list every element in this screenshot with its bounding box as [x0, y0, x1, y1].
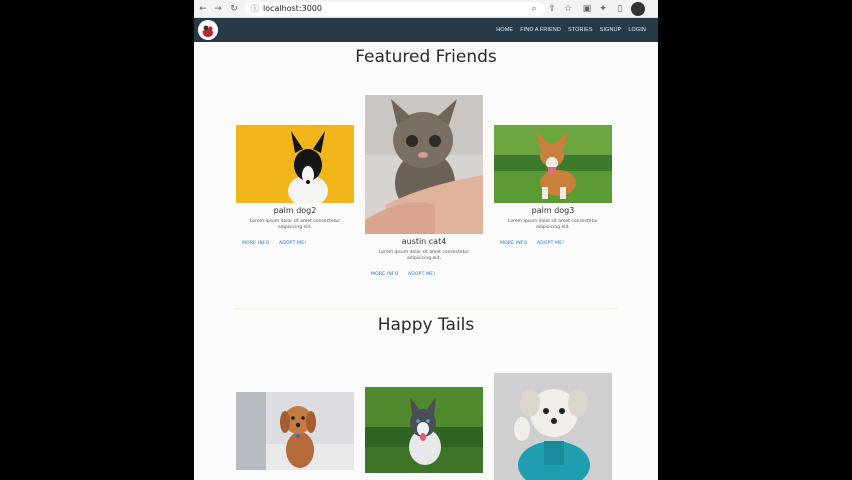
pet-description: Lorem ipsum dolor sit amet consectetur a… — [507, 219, 599, 230]
story-card — [365, 387, 483, 480]
nav-link-stories[interactable]: STORIES — [568, 27, 593, 33]
pet-photo[interactable] — [236, 125, 354, 203]
browser-toolbar: ← → ↻ ⓘ localhost:3000 ⌕ ⇪ ☆ ▣ ✦ ▯ — [194, 0, 658, 18]
nav-link-login[interactable]: LOGIN — [628, 27, 646, 33]
nav-link-home[interactable]: HOME — [496, 27, 513, 33]
bookmark-star-icon[interactable]: ☆ — [562, 3, 574, 15]
reload-icon[interactable]: ↻ — [228, 3, 240, 15]
pet-card: palm dog3 Lorem ipsum dolor sit amet con… — [494, 125, 612, 255]
sidebar-icon[interactable]: ▯ — [614, 3, 626, 15]
more-info-link[interactable]: MORE INFO — [242, 241, 269, 246]
app-navbar: HOME FIND A FRIEND STORIES SIGNUP LOGIN — [194, 18, 658, 42]
puzzle-icon[interactable]: ✦ — [597, 3, 609, 15]
pet-photo[interactable] — [494, 125, 612, 203]
story-photo[interactable] — [494, 373, 612, 480]
pet-name: palm dog3 — [531, 206, 575, 215]
pet-photo[interactable] — [365, 95, 483, 234]
zoom-icon[interactable]: ⌕ — [528, 3, 540, 15]
pet-name: palm dog2 — [273, 206, 317, 215]
adopt-me-link[interactable]: ADOPT ME! — [408, 272, 435, 277]
more-info-link[interactable]: MORE INFO — [371, 272, 398, 277]
adopt-me-link[interactable]: ADOPT ME! — [537, 241, 564, 246]
info-icon[interactable]: ⓘ — [251, 3, 259, 15]
pet-description: Lorem ipsum dolor sit amet consectetur a… — [378, 250, 470, 261]
extension-icon[interactable]: ▣ — [581, 3, 593, 15]
browser-viewport: ← → ↻ ⓘ localhost:3000 ⌕ ⇪ ☆ ▣ ✦ ▯ HOME … — [194, 0, 658, 480]
pet-name: austin cat4 — [401, 237, 447, 246]
story-card — [494, 373, 612, 480]
section-divider — [234, 308, 618, 309]
more-info-link[interactable]: MORE INFO — [500, 241, 527, 246]
story-card — [236, 392, 354, 480]
url-text: localhost:3000 — [263, 4, 322, 13]
back-arrow-icon[interactable]: ← — [197, 3, 209, 15]
profile-avatar[interactable] — [631, 2, 645, 16]
paw-logo-icon[interactable] — [198, 20, 218, 40]
adopt-me-link[interactable]: ADOPT ME! — [279, 241, 306, 246]
story-photo[interactable] — [236, 392, 354, 470]
nav-links: HOME FIND A FRIEND STORIES SIGNUP LOGIN — [496, 18, 646, 42]
share-icon[interactable]: ⇪ — [546, 3, 558, 15]
pet-card: palm dog2 Lorem ipsum dolor sit amet con… — [236, 125, 354, 255]
address-bar[interactable]: ⓘ localhost:3000 — [245, 2, 545, 16]
happy-tails-title: Happy Tails — [377, 315, 475, 335]
featured-friends-title: Featured Friends — [355, 47, 497, 67]
nav-link-signup[interactable]: SIGNUP — [600, 27, 622, 33]
story-photo[interactable] — [365, 387, 483, 473]
pet-card: austin cat4 Lorem ipsum dolor sit amet c… — [365, 95, 483, 285]
forward-arrow-icon[interactable]: → — [212, 3, 224, 15]
pet-description: Lorem ipsum dolor sit amet consectetur a… — [249, 219, 341, 230]
nav-link-find-a-friend[interactable]: FIND A FRIEND — [520, 27, 561, 33]
